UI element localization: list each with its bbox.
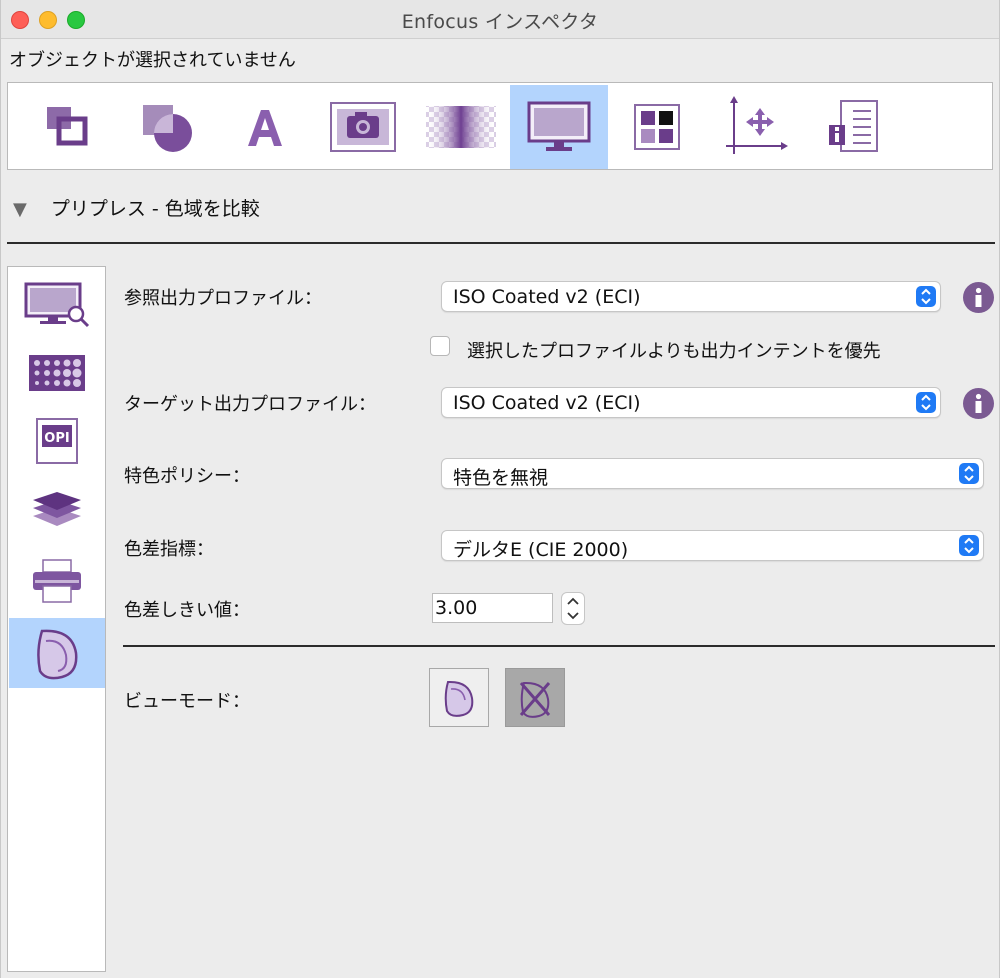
monitor-magnify-icon bbox=[24, 282, 90, 328]
toolbar-image-tab[interactable] bbox=[314, 85, 412, 169]
sidebar-item-print[interactable] bbox=[9, 546, 105, 616]
info-icon bbox=[975, 287, 982, 307]
toolbar-document-tab[interactable] bbox=[804, 85, 902, 169]
color-swatch-icon bbox=[634, 104, 680, 150]
view-mode-hide-gamut-button[interactable] bbox=[505, 668, 565, 727]
delta-metric-value: デルタE (CIE 2000) bbox=[453, 539, 629, 561]
position-axes-icon bbox=[726, 96, 788, 154]
object-arrange-icon bbox=[47, 107, 88, 146]
gamut-off-icon bbox=[519, 681, 551, 718]
shape-fill-icon bbox=[143, 105, 192, 152]
reference-profile-select[interactable]: ISO Coated v2 (ECI) bbox=[441, 281, 941, 312]
toolbar-object-tab[interactable] bbox=[20, 85, 118, 169]
sidebar-item-preview[interactable] bbox=[9, 270, 105, 340]
delta-threshold-label: 色差しきい値： bbox=[124, 600, 250, 621]
toolbar-text-tab[interactable] bbox=[216, 85, 314, 169]
inspector-window: Enfocus インスペクタ オブジェクトが選択されていません ▼ プリプレス … bbox=[0, 0, 1000, 978]
view-mode-show-gamut-button[interactable] bbox=[429, 668, 489, 727]
form-divider bbox=[123, 645, 995, 647]
prefer-output-intent-checkbox[interactable] bbox=[430, 336, 450, 356]
opi-label: OPI bbox=[44, 431, 69, 446]
image-icon bbox=[330, 102, 396, 152]
transparency-icon bbox=[426, 106, 496, 148]
reference-profile-label: 参照出力プロファイル： bbox=[124, 288, 322, 309]
view-mode-label: ビューモード： bbox=[124, 691, 250, 712]
sidebar-item-opi[interactable]: OPI bbox=[9, 406, 105, 476]
printer-icon bbox=[33, 559, 81, 603]
target-profile-select[interactable]: ISO Coated v2 (ECI) bbox=[441, 387, 941, 418]
stepper-arrows-icon bbox=[567, 597, 579, 620]
sidebar-item-separations[interactable] bbox=[9, 338, 105, 408]
opi-icon: OPI bbox=[36, 418, 78, 464]
toolbar-display-tab[interactable] bbox=[510, 85, 608, 169]
info-icon bbox=[975, 393, 982, 413]
halftone-grid-icon bbox=[29, 355, 85, 391]
sidebar-item-gamut[interactable] bbox=[9, 618, 105, 688]
text-icon bbox=[248, 110, 282, 146]
toolbar-transparency-tab[interactable] bbox=[412, 85, 510, 169]
gamut-icon bbox=[444, 680, 474, 717]
delta-metric-select[interactable]: デルタE (CIE 2000) bbox=[441, 530, 984, 561]
popup-arrows-icon bbox=[916, 392, 936, 413]
reference-profile-info-button[interactable] bbox=[963, 282, 994, 313]
title-bar: Enfocus インスペクタ bbox=[1, 0, 999, 39]
layers-icon bbox=[33, 492, 81, 526]
toolbar-fill-stroke-tab[interactable] bbox=[118, 85, 216, 169]
spot-policy-label: 特色ポリシー： bbox=[124, 466, 250, 487]
popup-arrows-icon bbox=[916, 286, 936, 307]
popup-arrows-icon bbox=[959, 463, 979, 484]
delta-threshold-input[interactable]: 3.00 bbox=[432, 593, 553, 623]
target-profile-info-button[interactable] bbox=[963, 388, 994, 419]
prefer-output-intent-label: 選択したプロファイルよりも出力インテントを優先 bbox=[467, 341, 881, 362]
target-profile-value: ISO Coated v2 (ECI) bbox=[453, 392, 641, 414]
delta-metric-label: 色差指標： bbox=[124, 539, 214, 560]
document-info-icon bbox=[829, 100, 878, 152]
delta-threshold-stepper[interactable] bbox=[561, 592, 585, 625]
target-profile-label: ターゲット出力プロファイル： bbox=[124, 394, 376, 415]
section-title: プリプレス - 色域を比較 bbox=[50, 198, 260, 220]
window-title: Enfocus インスペクタ bbox=[401, 11, 599, 33]
reference-profile-value: ISO Coated v2 (ECI) bbox=[453, 286, 641, 308]
prepress-sidebar: OPI bbox=[7, 266, 106, 972]
spot-policy-value: 特色を無視 bbox=[453, 467, 549, 489]
selection-status: オブジェクトが選択されていません bbox=[9, 50, 296, 71]
disclosure-triangle-icon[interactable]: ▼ bbox=[13, 199, 27, 220]
popup-arrows-icon bbox=[959, 535, 979, 556]
gamut-icon bbox=[37, 629, 78, 680]
monitor-icon bbox=[527, 101, 591, 151]
section-header[interactable]: ▼ プリプレス - 色域を比較 bbox=[13, 194, 260, 221]
section-divider bbox=[7, 242, 995, 244]
inspector-toolbar bbox=[7, 82, 993, 170]
toolbar-position-tab[interactable] bbox=[706, 85, 804, 169]
toolbar-color-tab[interactable] bbox=[608, 85, 706, 169]
spot-policy-select[interactable]: 特色を無視 bbox=[441, 458, 984, 489]
sidebar-item-layers[interactable] bbox=[9, 474, 105, 544]
